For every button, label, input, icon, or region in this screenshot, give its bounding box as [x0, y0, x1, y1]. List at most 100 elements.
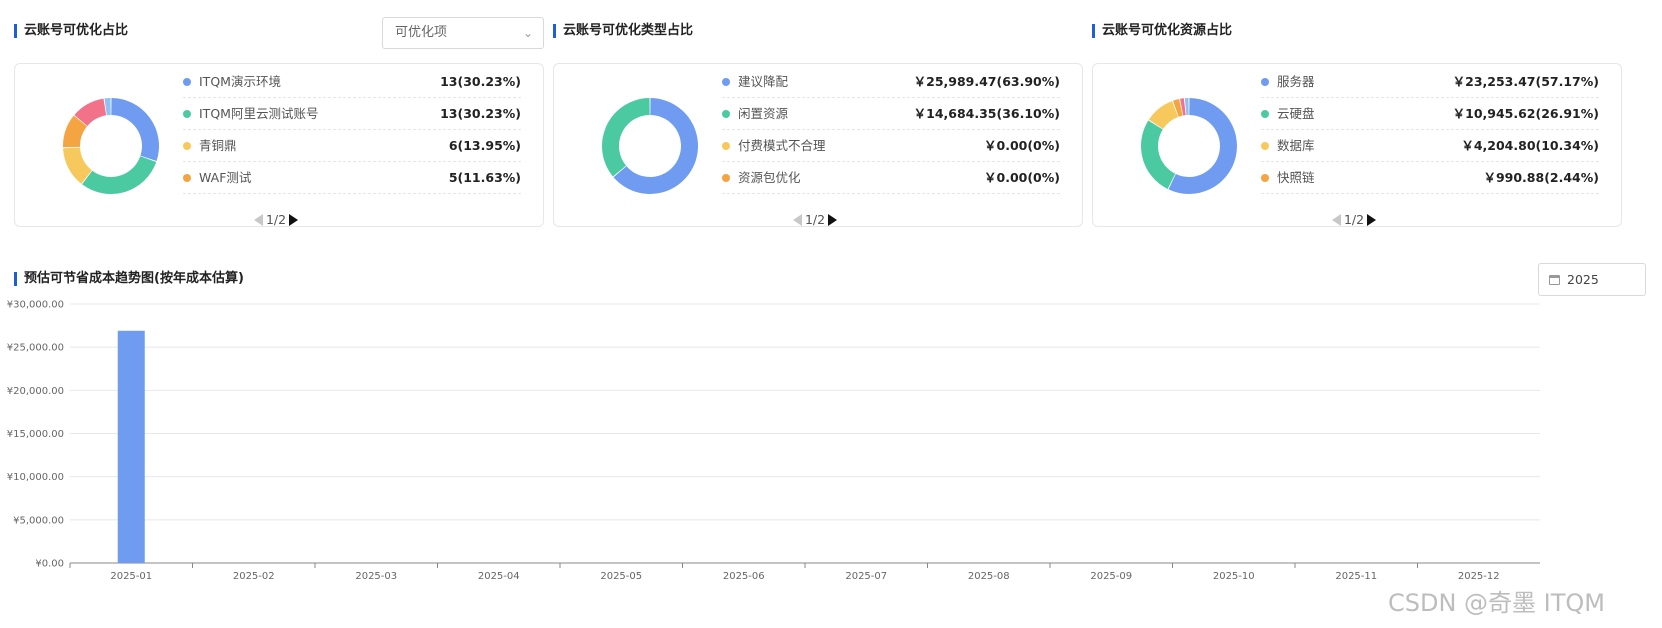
- legend-dot-icon: [722, 110, 730, 118]
- y-tick-label: ¥15,000.00: [7, 429, 64, 440]
- x-tick-label: 2025-11: [1335, 571, 1377, 582]
- next-page-icon[interactable]: [1367, 213, 1377, 226]
- calendar-icon: [1549, 275, 1560, 285]
- x-tick-label: 2025-08: [968, 571, 1010, 582]
- page-indicator: 1/2: [804, 212, 826, 227]
- donut-chart-3: [1141, 98, 1237, 194]
- x-tick-label: 2025-10: [1213, 571, 1255, 582]
- legend-name: 数据库: [1277, 138, 1315, 153]
- legend-item[interactable]: 青铜鼎 6(13.95%): [183, 130, 521, 162]
- legend-value: ￥0.00(0%): [984, 170, 1060, 185]
- legend-name: 资源包优化: [738, 170, 801, 185]
- legend-value: ￥25,989.47(63.90%): [913, 74, 1060, 89]
- legend-dot-icon: [183, 142, 191, 150]
- legend-item[interactable]: ITQM演示环境 13(30.23%): [183, 66, 521, 98]
- legend-name: ITQM阿里云测试账号: [199, 106, 319, 121]
- legend-item[interactable]: 闲置资源 ￥14,684.35(36.10%): [722, 98, 1060, 130]
- legend-name: 付费模式不合理: [738, 138, 826, 153]
- donut-slice[interactable]: [1141, 120, 1176, 189]
- legend-dot-icon: [1261, 142, 1269, 150]
- legend-name: 服务器: [1277, 74, 1315, 89]
- legend-item[interactable]: 服务器 ￥23,253.47(57.17%): [1261, 66, 1599, 98]
- prev-page-icon[interactable]: [253, 213, 263, 226]
- donut-chart-1: [63, 98, 159, 194]
- bar[interactable]: [117, 330, 145, 563]
- optimize-item-select[interactable]: 可优化项 ⌄: [382, 17, 544, 49]
- panel-1-card: ITQM演示环境 13(30.23%) ITQM阿里云测试账号 13(30.23%)…: [14, 63, 544, 227]
- legend-value: ￥23,253.47(57.17%): [1452, 74, 1599, 89]
- x-tick-label: 2025-06: [723, 571, 765, 582]
- legend-value: 5(11.63%): [448, 170, 521, 185]
- panel-3-legend: 服务器 ￥23,253.47(57.17%) 云硬盘 ￥10,945.62(26.9…: [1261, 66, 1599, 194]
- panel-2-pager: 1/2: [554, 212, 1082, 228]
- x-tick-label: 2025-07: [845, 571, 887, 582]
- legend-value: ￥0.00(0%): [984, 138, 1060, 153]
- select-value: 可优化项: [395, 25, 448, 40]
- legend-item[interactable]: 快照链 ￥990.88(2.44%): [1261, 162, 1599, 194]
- donut-slice[interactable]: [82, 156, 157, 194]
- panel-1-pager: 1/2: [15, 212, 543, 228]
- page-indicator: 1/2: [265, 212, 287, 227]
- y-tick-label: ¥20,000.00: [7, 386, 64, 397]
- next-page-icon[interactable]: [828, 213, 838, 226]
- legend-dot-icon: [1261, 78, 1269, 86]
- chevron-down-icon: ⌄: [522, 26, 533, 40]
- legend-value: 6(13.95%): [448, 138, 521, 153]
- legend-item[interactable]: 资源包优化 ￥0.00(0%): [722, 162, 1060, 194]
- legend-item[interactable]: 数据库 ￥4,204.80(10.34%): [1261, 130, 1599, 162]
- trend-bar-chart: ¥0.00 ¥5,000.00 ¥10,000.00 ¥15,000.00 ¥20,00…: [7, 300, 1540, 582]
- legend-name: 快照链: [1277, 170, 1315, 185]
- legend-name: ITQM演示环境: [199, 74, 281, 89]
- legend-name: 闲置资源: [738, 106, 789, 121]
- next-page-icon[interactable]: [289, 213, 299, 226]
- panel-2-card: 建议降配 ￥25,989.47(63.90%) 闲置资源 ￥14,684.35(36…: [553, 63, 1083, 227]
- legend-dot-icon: [722, 142, 730, 150]
- panel-1-title: 云账号可优化占比: [14, 23, 128, 39]
- prev-page-icon[interactable]: [792, 213, 802, 226]
- year-value: 2025: [1567, 272, 1599, 287]
- panel-1-legend: ITQM演示环境 13(30.23%) ITQM阿里云测试账号 13(30.23%)…: [183, 66, 521, 194]
- y-tick-label: ¥25,000.00: [7, 343, 64, 354]
- donut-chart-2: [602, 98, 698, 194]
- y-tick-label: ¥0.00: [35, 559, 64, 570]
- legend-value: 13(30.23%): [440, 106, 521, 121]
- donut-slice[interactable]: [1184, 98, 1189, 116]
- panel-2-legend: 建议降配 ￥25,989.47(63.90%) 闲置资源 ￥14,684.35(36…: [722, 66, 1060, 194]
- y-tick-label: ¥10,000.00: [7, 472, 64, 483]
- legend-name: 云硬盘: [1277, 106, 1315, 121]
- legend-name: WAF测试: [199, 170, 252, 185]
- trend-title: 预估可节省成本趋势图(按年成本估算): [14, 271, 244, 287]
- watermark: CSDN @奇墨 ITQM: [1388, 589, 1606, 617]
- x-tick-label: 2025-03: [355, 571, 397, 582]
- panel-3-card: 服务器 ￥23,253.47(57.17%) 云硬盘 ￥10,945.62(26.9…: [1092, 63, 1622, 227]
- x-tick-label: 2025-04: [478, 571, 520, 582]
- x-tick-label: 2025-05: [600, 571, 642, 582]
- legend-item[interactable]: WAF测试 5(11.63%): [183, 162, 521, 194]
- legend-value: 13(30.23%): [440, 74, 521, 89]
- legend-item[interactable]: ITQM阿里云测试账号 13(30.23%): [183, 98, 521, 130]
- legend-dot-icon: [183, 174, 191, 182]
- legend-dot-icon: [1261, 110, 1269, 118]
- legend-item[interactable]: 付费模式不合理 ￥0.00(0%): [722, 130, 1060, 162]
- x-tick-label: 2025-01: [110, 571, 152, 582]
- y-tick-label: ¥30,000.00: [7, 300, 64, 311]
- panel-2-title: 云账号可优化类型占比: [553, 23, 693, 39]
- legend-dot-icon: [183, 110, 191, 118]
- donut-slice[interactable]: [111, 98, 159, 162]
- donut-slice[interactable]: [602, 98, 650, 177]
- legend-value: ￥14,684.35(36.10%): [913, 106, 1060, 121]
- legend-dot-icon: [722, 174, 730, 182]
- legend-name: 建议降配: [738, 74, 789, 89]
- x-tick-label: 2025-02: [233, 571, 275, 582]
- panel-3-title: 云账号可优化资源占比: [1092, 23, 1232, 39]
- x-tick-label: 2025-09: [1090, 571, 1132, 582]
- year-picker[interactable]: 2025: [1538, 263, 1646, 296]
- panel-3-pager: 1/2: [1093, 212, 1621, 228]
- legend-value: ￥4,204.80(10.34%): [1461, 138, 1599, 153]
- legend-dot-icon: [183, 78, 191, 86]
- legend-item[interactable]: 云硬盘 ￥10,945.62(26.91%): [1261, 98, 1599, 130]
- legend-value: ￥990.88(2.44%): [1483, 170, 1599, 185]
- page-indicator: 1/2: [1343, 212, 1365, 227]
- legend-item[interactable]: 建议降配 ￥25,989.47(63.90%): [722, 66, 1060, 98]
- prev-page-icon[interactable]: [1331, 213, 1341, 226]
